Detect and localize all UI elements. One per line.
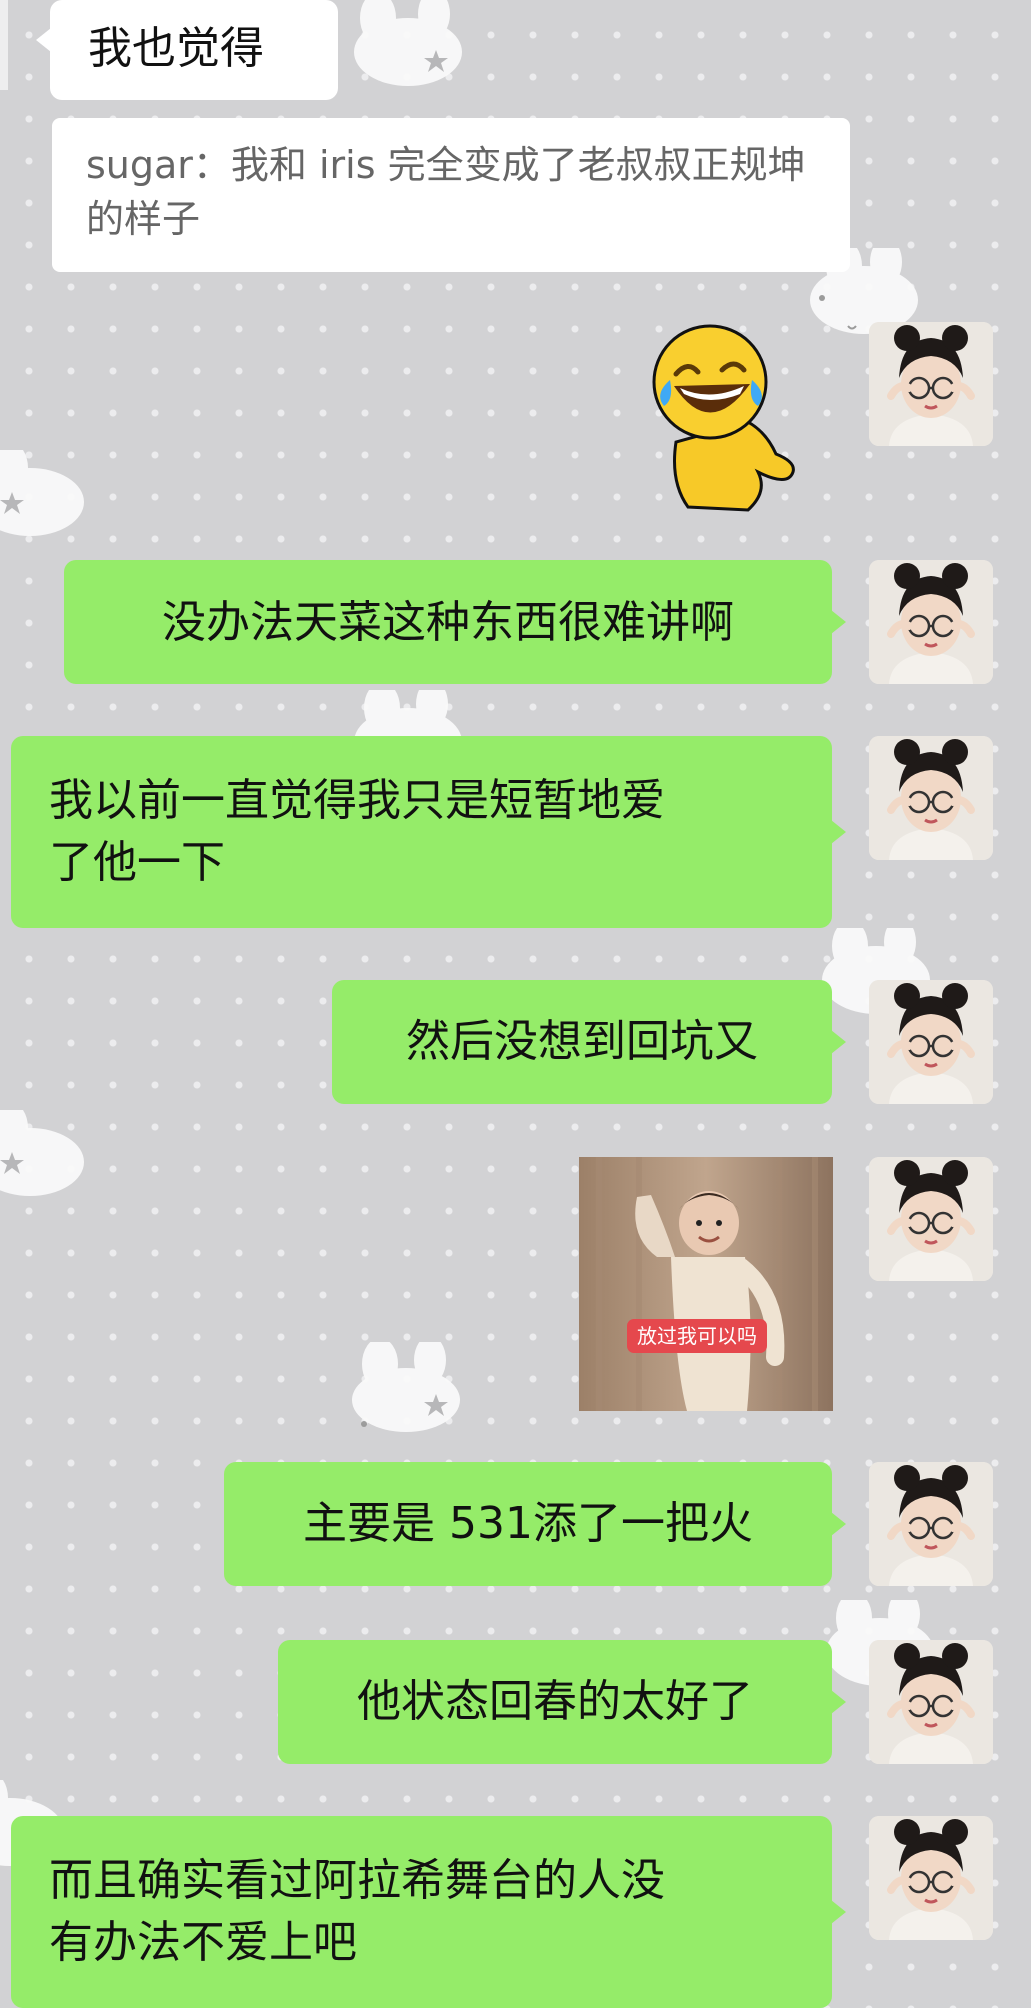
message-text-line: 了他一下 xyxy=(49,837,225,888)
user-avatar[interactable] xyxy=(869,560,993,684)
avatar-photo-icon xyxy=(869,560,993,684)
outgoing-message[interactable]: 而且确实看过阿拉希舞台的人没 有办法不爱上吧 xyxy=(11,1816,846,2008)
edge-divider xyxy=(0,0,8,90)
avatar-photo-icon xyxy=(869,1816,993,1940)
quoted-text: sugar：我和 iris 完全变成了老叔叔正规坤的样子 xyxy=(86,143,806,241)
outgoing-message[interactable]: 没办法天菜这种东西很难讲啊 xyxy=(64,560,846,684)
outgoing-message[interactable]: 主要是 531添了一把火 xyxy=(224,1462,846,1586)
user-avatar[interactable] xyxy=(869,1462,993,1586)
message-text-line: 有办法不爱上吧 xyxy=(49,1917,357,1968)
message-text-line: 而且确实看过阿拉希舞台的人没 xyxy=(49,1855,665,1906)
bunny-background-icon xyxy=(352,1342,460,1432)
avatar-photo-icon xyxy=(869,322,993,446)
message-text-line: 我以前一直觉得我只是短暂地爱 xyxy=(49,775,665,826)
user-avatar[interactable] xyxy=(869,1640,993,1764)
bunny-background-icon xyxy=(354,0,462,86)
outgoing-message[interactable]: 我以前一直觉得我只是短暂地爱 了他一下 xyxy=(11,736,846,928)
avatar-photo-icon xyxy=(869,736,993,860)
baby-dancing-sticker[interactable]: 放过我可以吗 xyxy=(579,1157,833,1411)
message-text: 没办法天菜这种东西很难讲啊 xyxy=(162,597,734,648)
message-text: 主要是 531添了一把火 xyxy=(303,1498,753,1549)
user-avatar[interactable] xyxy=(869,1816,993,1940)
outgoing-message[interactable]: 然后没想到回坑又 xyxy=(332,980,846,1104)
message-text: 他状态回春的太好了 xyxy=(357,1676,753,1727)
avatar-photo-icon xyxy=(869,1157,993,1281)
outgoing-message[interactable]: 他状态回春的太好了 xyxy=(278,1640,846,1764)
user-avatar[interactable] xyxy=(869,980,993,1104)
avatar-photo-icon xyxy=(869,980,993,1104)
baby-photo-image xyxy=(579,1157,833,1411)
user-avatar[interactable] xyxy=(869,322,993,446)
bunny-background-icon xyxy=(0,450,84,536)
avatar-photo-icon xyxy=(869,1462,993,1586)
laughing-crying-emoji-sticker[interactable] xyxy=(648,322,808,512)
sticker-caption: 放过我可以吗 xyxy=(627,1319,767,1353)
user-avatar[interactable] xyxy=(869,1157,993,1281)
bunny-background-icon xyxy=(0,1110,84,1196)
quoted-message[interactable]: sugar：我和 iris 完全变成了老叔叔正规坤的样子 xyxy=(52,118,850,272)
message-text: 然后没想到回坑又 xyxy=(406,1016,758,1067)
user-avatar[interactable] xyxy=(869,736,993,860)
avatar-photo-icon xyxy=(869,1640,993,1764)
incoming-message[interactable]: 我也觉得 xyxy=(36,0,338,100)
message-text: 我也觉得 xyxy=(88,23,264,74)
